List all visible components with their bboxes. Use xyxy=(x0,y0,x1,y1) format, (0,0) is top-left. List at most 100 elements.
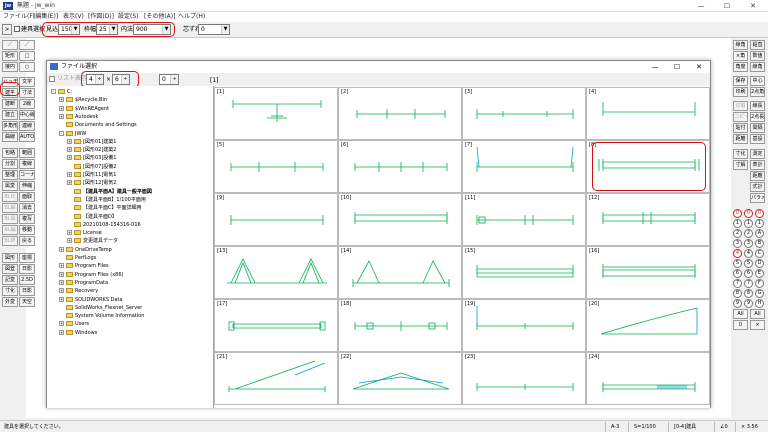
layer-circle-0-0[interactable]: 0 xyxy=(733,209,742,218)
left-tool-11-1[interactable]: コーナー xyxy=(19,170,35,180)
thumbnail-cell[interactable]: [1] xyxy=(214,87,338,140)
layer-circle-5-0[interactable]: 5 xyxy=(733,259,742,268)
columns-spinner[interactable]: 4 ÷ xyxy=(86,74,104,85)
right-tool-10-1[interactable]: 表計 xyxy=(750,160,765,170)
thumbnail-cell[interactable]: [9] xyxy=(214,193,338,246)
layer-circle-6-1[interactable]: 6 xyxy=(744,269,753,278)
left-tool-0-1[interactable]: ／ xyxy=(19,40,35,50)
right-tool-8-0[interactable]: 距離 xyxy=(733,134,748,144)
layer-circle-6-2[interactable]: E xyxy=(755,269,764,278)
thumbnail-cell[interactable]: [23] xyxy=(462,352,586,405)
chevron-down-icon[interactable]: ▼ xyxy=(221,25,229,34)
bottom-button-0[interactable]: 0 xyxy=(733,320,748,330)
left-tool-21-0[interactable]: 寸化 xyxy=(2,286,18,296)
tree-node[interactable]: 【建具平面C】平面詳細用 xyxy=(67,204,142,212)
tree-node[interactable]: + Windows xyxy=(59,329,97,337)
layer-circle-9-0[interactable]: 9 xyxy=(733,299,742,308)
tree-node[interactable]: Documents and Settings xyxy=(59,121,137,129)
layer-circle-3-2[interactable]: B xyxy=(755,239,764,248)
left-tool-18-1[interactable]: 座標 xyxy=(19,253,35,263)
rows-spinner[interactable]: 6 ÷ xyxy=(112,74,130,85)
chevron-down-icon[interactable]: ▼ xyxy=(71,25,79,34)
left-tool-22-1[interactable]: 天空 xyxy=(19,297,35,307)
layer-circle-7-0[interactable]: 7 xyxy=(733,279,742,288)
layer-circle-2-0[interactable]: 2 xyxy=(733,229,742,238)
tree-node[interactable]: 【建具平面B】1/100平面用 xyxy=(67,196,146,204)
tree-node[interactable]: + [図形11]電気1 xyxy=(67,171,116,179)
expand-icon[interactable]: + xyxy=(67,230,72,236)
shin-combo[interactable]: 0 ▼ xyxy=(198,24,230,35)
layer-circle-4-0[interactable]: 4 xyxy=(733,249,742,258)
menu-settings[interactable]: 設定(S) xyxy=(118,12,139,22)
expand-icon[interactable]: + xyxy=(59,279,64,285)
tree-node[interactable]: + [図形12]電気2 xyxy=(67,179,116,187)
tree-node[interactable]: + $WinREAgent xyxy=(59,105,109,113)
layer-circle-5-1[interactable]: 5 xyxy=(744,259,753,268)
expand-icon[interactable]: + xyxy=(59,105,64,111)
left-tool-10-1[interactable]: 複線 xyxy=(19,159,35,169)
layer-circle-1-1[interactable]: 1 xyxy=(744,219,753,228)
expand-icon[interactable]: + xyxy=(67,238,72,244)
tree-node[interactable]: 20210108-154316-016 xyxy=(67,221,141,229)
thumbnail-cell[interactable]: [7] xyxy=(462,140,586,193)
dialog-maximize-button[interactable]: ☐ xyxy=(667,61,687,73)
dialog-minimize-button[interactable]: — xyxy=(645,61,665,73)
chevron-down-icon[interactable]: ▼ xyxy=(109,25,117,34)
right-tool-11-1[interactable]: 距離 xyxy=(750,171,765,181)
thumbnail-cell[interactable]: [11] xyxy=(462,193,586,246)
thumbnail-cell[interactable]: [20] xyxy=(586,299,710,352)
thumbnail-cell[interactable]: [15] xyxy=(462,246,586,299)
right-tool-5-0[interactable]: 切取 xyxy=(733,101,748,111)
left-tool-2-0[interactable]: 接円 xyxy=(2,62,18,72)
expand-icon[interactable]: + xyxy=(59,246,64,252)
right-tool-9-0[interactable]: 寸化 xyxy=(733,149,748,159)
right-tool-1-1[interactable]: 数値 xyxy=(750,51,765,61)
menu-help[interactable]: ヘルプ(H) xyxy=(178,12,205,22)
thumbnail-cell[interactable]: [4] xyxy=(586,87,710,140)
expand-icon[interactable]: + xyxy=(67,155,72,161)
left-tool-7-0[interactable]: 多角形 xyxy=(2,121,18,131)
tree-node[interactable]: PerfLogs xyxy=(59,254,96,262)
expand-icon[interactable]: + xyxy=(59,321,64,327)
tree-node[interactable]: 【建具平面D】 xyxy=(67,213,117,221)
spin-icon[interactable]: ÷ xyxy=(121,75,129,84)
left-tool-4-1[interactable]: 寸法 xyxy=(19,88,35,98)
expand-icon[interactable]: + xyxy=(59,329,64,335)
thumbnail-cell[interactable]: [22] xyxy=(338,352,462,405)
left-tool-21-1[interactable]: 日影 xyxy=(19,286,35,296)
dialog-close-button[interactable]: ✕ xyxy=(689,61,709,73)
right-tool-6-1[interactable]: 2点長 xyxy=(750,112,765,122)
tree-node[interactable]: - JWW xyxy=(59,130,86,138)
expand-icon[interactable]: + xyxy=(59,296,64,302)
tree-node[interactable]: + OneDriveTemp xyxy=(59,246,112,254)
layer-circle-7-1[interactable]: 7 xyxy=(744,279,753,288)
toolbar-arrow-button[interactable]: > xyxy=(2,24,12,35)
thumbnail-cell[interactable]: [16] xyxy=(586,246,710,299)
status-zoom[interactable]: × 3.56 xyxy=(741,423,758,431)
tree-node[interactable]: + SOLIDWORKS Data xyxy=(59,296,123,304)
expand-icon[interactable]: + xyxy=(59,97,64,103)
right-tool-10-0[interactable]: 寸解 xyxy=(733,160,748,170)
layer-circle-8-0[interactable]: 8 xyxy=(733,289,742,298)
layer-circle-2-2[interactable]: A xyxy=(755,229,764,238)
expand-icon[interactable]: + xyxy=(67,172,72,177)
status-layer[interactable]: [0-4]建具 xyxy=(674,423,696,431)
expand-icon[interactable]: + xyxy=(67,138,72,144)
tree-node[interactable]: + Users xyxy=(59,320,89,328)
tree-node[interactable]: + [図形01]建築1 xyxy=(67,138,116,146)
folder-tree[interactable]: - C: + $Recycle.Bin + $WinREAgent + Autodesk Doc… xyxy=(47,86,214,408)
waku-combo[interactable]: 25 ▼ xyxy=(96,24,118,35)
left-tool-15-1[interactable]: 複写 xyxy=(19,214,35,224)
right-tool-3-1[interactable]: 中心 xyxy=(750,76,765,86)
left-tool-3-1[interactable]: 文字 xyxy=(19,77,35,87)
layer-circle-6-0[interactable]: 6 xyxy=(733,269,742,278)
maximize-button[interactable]: ☐ xyxy=(714,0,740,12)
thumbnail-cell[interactable]: [10] xyxy=(338,193,462,246)
thumbnail-cell[interactable]: [5] xyxy=(214,140,338,193)
right-tool-5-1[interactable]: 線長 xyxy=(750,101,765,111)
left-tool-9-1[interactable]: 範囲 xyxy=(19,148,35,158)
left-tool-20-1[interactable]: 2.5D xyxy=(19,275,35,285)
left-tool-16-0[interactable]: BL編 xyxy=(2,225,18,235)
right-tool-13-1[interactable]: パラメ xyxy=(750,193,765,203)
left-tool-8-1[interactable]: AUTO xyxy=(19,132,35,142)
